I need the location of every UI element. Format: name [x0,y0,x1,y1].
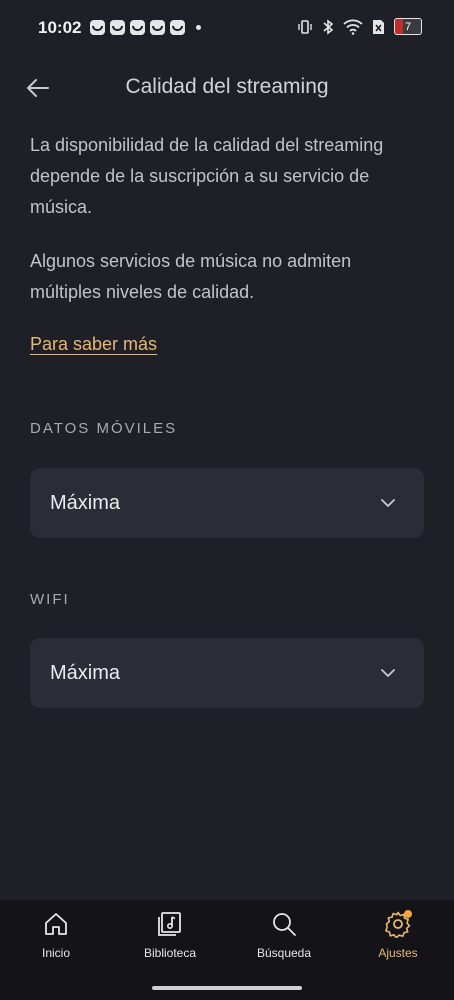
mobile-data-quality-value: Máxima [50,492,121,514]
learn-more-link[interactable]: Para saber más [30,334,157,355]
bluetooth-icon [322,18,334,35]
nav-label-busqueda: Búsqueda [256,946,312,960]
bottom-navigation: Inicio Biblioteca Búsqueda Ajustes [0,900,454,1000]
chevron-down-icon [381,499,395,507]
nav-item-busqueda[interactable]: Búsqueda [234,910,334,960]
search-icon [273,913,296,936]
mobile-data-label: DATOS MÓVILES [30,420,178,437]
no-sim-icon [372,19,385,35]
wifi-quality-select[interactable]: Máxima [30,638,424,708]
library-icon [158,912,181,936]
nav-item-ajustes[interactable]: Ajustes [348,910,448,960]
page-title: Calidad del streaming [125,75,329,98]
notification-badge-dot [404,910,412,918]
mobile-data-quality-select[interactable]: Máxima [30,468,424,538]
notification-app-icon [110,20,125,35]
nav-label-ajustes: Ajustes [378,946,418,960]
chevron-down-icon [381,669,395,677]
wifi-icon [343,19,363,35]
vibrate-icon [297,19,313,35]
header: Calidad del streaming [0,60,454,116]
nav-label-biblioteca: Biblioteca [143,946,197,960]
notification-app-icon [90,20,105,35]
notification-app-icon [130,20,145,35]
wifi-quality-value: Máxima [50,662,121,684]
status-time: 10:02 [38,18,82,37]
streaming-quality-screen: 10:02 7 Calidad del streaming La disponi… [0,0,454,1000]
more-notifications-dot-icon [196,25,201,30]
wifi-label: WIFI [30,591,70,608]
status-bar: 10:02 7 [0,0,454,60]
nav-label-inicio: Inicio [41,946,70,960]
nav-item-biblioteca[interactable]: Biblioteca [120,910,220,960]
home-icon [45,913,67,935]
home-indicator-bar[interactable] [152,986,302,990]
description-services: Algunos servicios de música no admiten m… [30,251,352,302]
system-icons: 7 [297,18,422,35]
description-availability: La disponibilidad de la calidad del stre… [30,135,384,217]
notification-icons [90,20,201,35]
battery-level: 7 [404,20,412,33]
nav-item-inicio[interactable]: Inicio [6,910,106,960]
notification-app-icon [170,20,185,35]
notification-app-icon [150,20,165,35]
battery-icon: 7 [394,18,422,35]
